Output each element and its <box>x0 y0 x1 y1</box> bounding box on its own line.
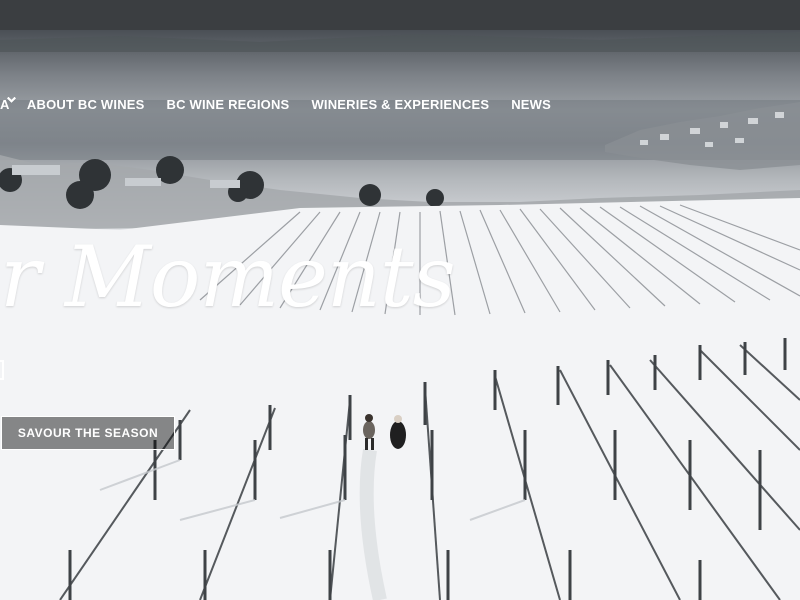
hero-subtitle-fragment <box>0 360 4 380</box>
nav-item-news[interactable]: NEWS <box>7 96 552 112</box>
nav-item-label: NEWS <box>511 96 552 112</box>
savour-the-season-button[interactable]: SAVOUR THE SEASON <box>1 416 175 450</box>
nav-item-about-bc-wines[interactable]: ABOUT BC WINES <box>7 96 145 112</box>
top-bar <box>0 0 800 30</box>
hero-image: A ABOUT BC WINES BC WINE REGIONS WINERIE… <box>0 30 800 600</box>
nav-item-label: BC WINE REGIONS <box>166 96 290 112</box>
nav-item-bc-wine-regions[interactable]: BC WINE REGIONS <box>7 96 290 112</box>
hero-headline: r Moments <box>0 228 456 326</box>
nav-item-label: WINERIES & EXPERIENCES <box>311 96 490 112</box>
main-navigation: A ABOUT BC WINES BC WINE REGIONS WINERIE… <box>0 94 573 114</box>
nav-item-label: ABOUT BC WINES <box>26 96 145 112</box>
nav-item-wineries-experiences[interactable]: WINERIES & EXPERIENCES <box>7 96 490 112</box>
chevron-down-icon <box>7 97 16 103</box>
